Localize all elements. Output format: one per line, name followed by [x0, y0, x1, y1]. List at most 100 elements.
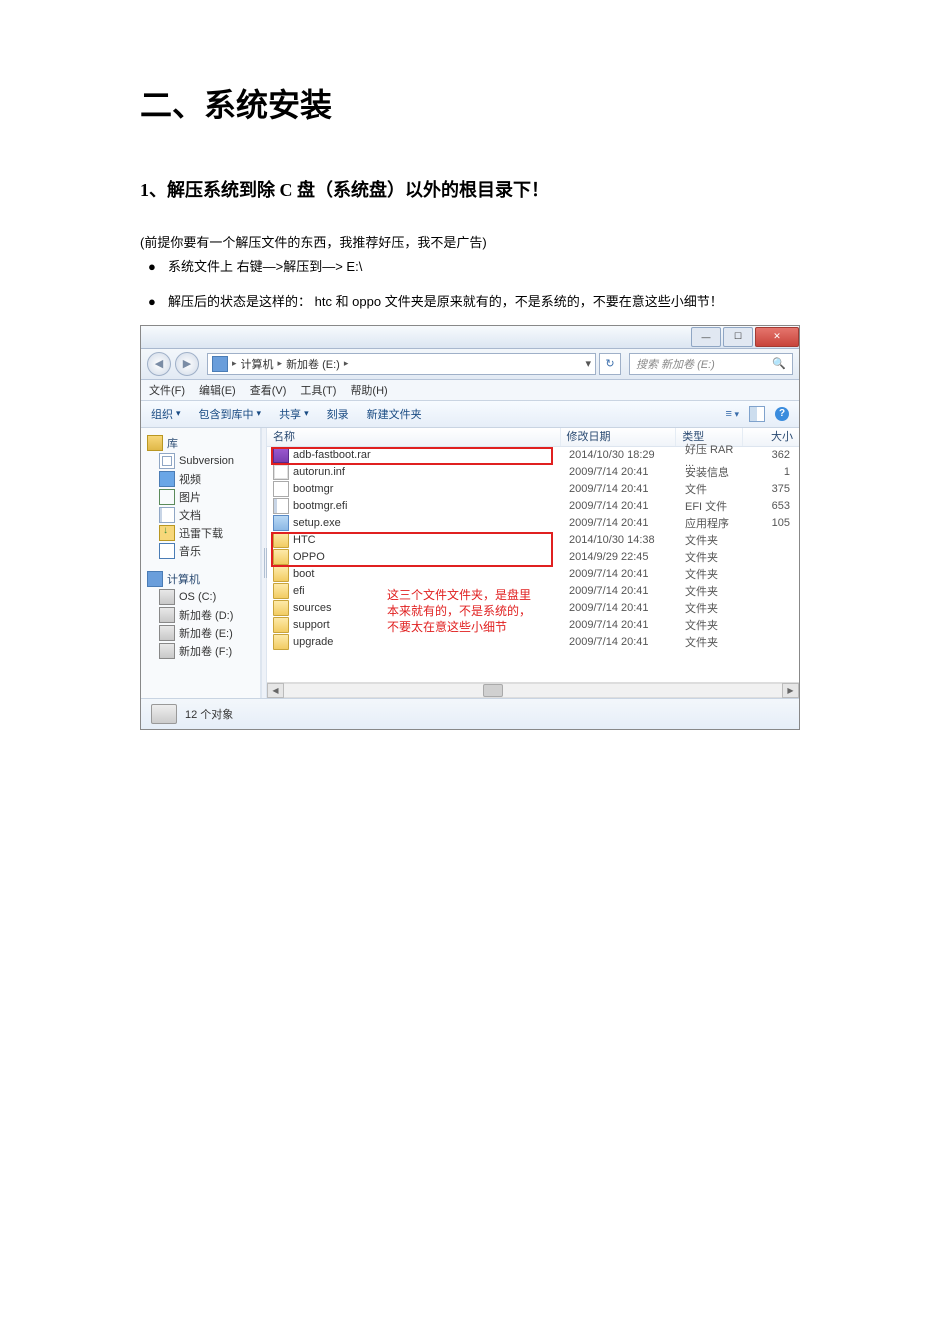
file-name: OPPO: [293, 551, 325, 563]
file-date: 2009/7/14 20:41: [563, 636, 679, 648]
folder-icon: [159, 489, 175, 505]
file-row[interactable]: OPPO2014/9/29 22:45文件夹: [267, 549, 799, 566]
search-input[interactable]: 搜索 新加卷 (E:) 🔍: [629, 353, 793, 375]
dropdown-icon[interactable]: ▾: [585, 357, 591, 370]
file-date: 2014/10/30 18:29: [563, 449, 679, 461]
file-row[interactable]: bootmgr2009/7/14 20:41文件375: [267, 481, 799, 498]
back-button[interactable]: ◀: [147, 352, 171, 376]
file-type: 文件夹: [679, 566, 745, 582]
annotation-text: 这三个文件文件夹，是盘里 本来就有的，不是系统的， 不要太在意这些小细节: [387, 587, 531, 636]
file-size: 362: [745, 449, 796, 461]
file-row[interactable]: efi 2009/7/14 20:41文件夹: [267, 583, 799, 600]
file-type: 文件夹: [679, 583, 745, 599]
file-icon: [273, 634, 289, 650]
column-size[interactable]: 大小: [743, 428, 799, 446]
file-icon: [273, 583, 289, 599]
drive-icon: [151, 704, 177, 724]
forward-button[interactable]: ▶: [175, 352, 199, 376]
scroll-left-icon[interactable]: ◀: [267, 683, 284, 698]
menu-tools[interactable]: 工具(T): [300, 382, 336, 398]
file-icon: [273, 566, 289, 582]
file-date: 2009/7/14 20:41: [563, 517, 679, 529]
horizontal-scrollbar[interactable]: ◀ ▶: [267, 682, 799, 698]
file-row[interactable]: setup.exe2009/7/14 20:41应用程序105: [267, 515, 799, 532]
file-type: 文件夹: [679, 634, 745, 650]
file-icon: [273, 447, 289, 463]
sidebar-item[interactable]: 图片: [147, 488, 260, 506]
sidebar-item-label: 音乐: [179, 543, 201, 559]
computer-icon: [147, 571, 163, 587]
drive-icon: [159, 589, 175, 605]
file-row[interactable]: boot2009/7/14 20:41文件夹: [267, 566, 799, 583]
status-text: 12 个对象: [185, 706, 233, 722]
file-name: efi: [293, 585, 305, 597]
file-row[interactable]: autorun.inf2009/7/14 20:41安装信息1: [267, 464, 799, 481]
doc-bullet-1: 系统文件上 右键—>解压到—> E:\: [148, 257, 805, 278]
burn-button[interactable]: 刻录: [327, 406, 349, 422]
sidebar-item-label: OS (C:): [179, 591, 216, 603]
file-icon: [273, 515, 289, 531]
folder-icon: [159, 525, 175, 541]
include-library-menu[interactable]: 包含到库中: [199, 406, 262, 422]
file-date: 2014/9/29 22:45: [563, 551, 679, 563]
library-icon: [147, 435, 163, 451]
view-options-button[interactable]: ≡: [726, 408, 739, 420]
menu-file[interactable]: 文件(F): [149, 382, 185, 398]
address-bar[interactable]: ▸ 计算机 ▸ 新加卷 (E:) ▸ ▾: [207, 353, 596, 375]
sidebar-item[interactable]: 视频: [147, 470, 260, 488]
new-folder-button[interactable]: 新建文件夹: [367, 406, 422, 422]
sidebar-item[interactable]: 音乐: [147, 542, 260, 560]
sidebar-item[interactable]: 新加卷 (F:): [147, 642, 260, 660]
scroll-right-icon[interactable]: ▶: [782, 683, 799, 698]
refresh-button[interactable]: ↻: [599, 353, 621, 375]
scroll-thumb[interactable]: [483, 684, 503, 697]
column-name[interactable]: 名称: [267, 428, 561, 446]
sidebar-item[interactable]: OS (C:): [147, 588, 260, 606]
doc-heading: 二、系统安装: [140, 80, 805, 126]
file-icon: [273, 600, 289, 616]
file-row[interactable]: sources2009/7/14 20:41文件夹: [267, 600, 799, 617]
minimize-button[interactable]: —: [691, 327, 721, 347]
sidebar-item[interactable]: Subversion: [147, 452, 260, 470]
maximize-button[interactable]: ☐: [723, 327, 753, 347]
file-icon: [273, 498, 289, 514]
sidebar-item-label: Subversion: [179, 455, 234, 467]
doc-note: (前提你要有一个解压文件的东西，我推荐好压，我不是广告): [140, 232, 805, 251]
menu-edit[interactable]: 编辑(E): [199, 382, 236, 398]
sidebar-item-label: 文档: [179, 507, 201, 523]
file-date: 2009/7/14 20:41: [563, 619, 679, 631]
menu-help[interactable]: 帮助(H): [350, 382, 387, 398]
file-row[interactable]: bootmgr.efi2009/7/14 20:41EFI 文件653: [267, 498, 799, 515]
file-type: 文件夹: [679, 532, 745, 548]
sidebar-computer[interactable]: 计算机: [147, 570, 260, 588]
file-row[interactable]: support2009/7/14 20:41文件夹: [267, 617, 799, 634]
sidebar-item[interactable]: 文档: [147, 506, 260, 524]
sidebar-item[interactable]: 迅雷下载: [147, 524, 260, 542]
menu-view[interactable]: 查看(V): [250, 382, 287, 398]
drive-icon: [159, 607, 175, 623]
scroll-track[interactable]: [284, 683, 782, 698]
help-icon[interactable]: ?: [775, 407, 789, 421]
breadcrumb-drive[interactable]: 新加卷 (E:): [286, 356, 340, 372]
preview-pane-button[interactable]: [749, 406, 765, 422]
organize-menu[interactable]: 组织: [151, 406, 181, 422]
file-date: 2009/7/14 20:41: [563, 466, 679, 478]
sidebar-item-label: 新加卷 (D:): [179, 607, 233, 623]
sidebar-libraries[interactable]: 库: [147, 434, 260, 452]
file-row[interactable]: adb-fastboot.rar2014/10/30 18:29好压 RAR .…: [267, 447, 799, 464]
close-button[interactable]: ✕: [755, 327, 799, 347]
navigation-sidebar: 库 Subversion 视频图片文档迅雷下载音乐 计算机 OS (C:) 新加卷 …: [141, 428, 261, 698]
breadcrumb-computer[interactable]: 计算机: [241, 356, 274, 372]
file-name: support: [293, 619, 330, 631]
file-row[interactable]: HTC2014/10/30 14:38文件夹: [267, 532, 799, 549]
file-row[interactable]: upgrade2009/7/14 20:41文件夹: [267, 634, 799, 651]
sidebar-item-label: 新加卷 (E:): [179, 625, 233, 641]
sidebar-item-label: 视频: [179, 471, 201, 487]
sidebar-item[interactable]: 新加卷 (D:): [147, 606, 260, 624]
sidebar-item[interactable]: 新加卷 (E:): [147, 624, 260, 642]
file-date: 2009/7/14 20:41: [563, 585, 679, 597]
file-icon: [273, 549, 289, 565]
share-menu[interactable]: 共享: [279, 406, 309, 422]
column-date[interactable]: 修改日期: [561, 428, 677, 446]
menu-bar: 文件(F) 编辑(E) 查看(V) 工具(T) 帮助(H): [141, 380, 799, 401]
